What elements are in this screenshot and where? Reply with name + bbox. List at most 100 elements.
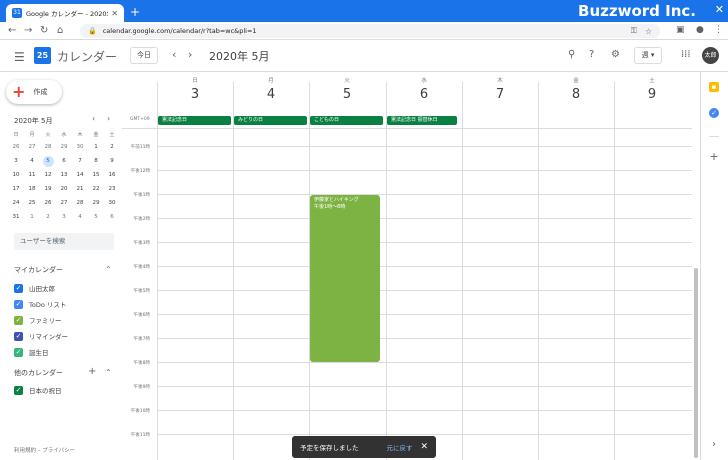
mini-day[interactable]: 18 [24, 182, 40, 196]
mini-day[interactable]: 20 [56, 182, 72, 196]
day-header[interactable]: 木 7 [462, 76, 538, 102]
allday-event[interactable]: みどりの日 [234, 116, 307, 125]
apps-grid-icon[interactable]: ⁞⁞⁞ [681, 49, 691, 60]
main-menu-icon[interactable]: ☰ [14, 50, 25, 64]
mini-day[interactable]: 7 [72, 154, 88, 168]
allday-event[interactable]: 憲法記念日 [158, 116, 231, 125]
calendar-item[interactable]: ✓ 山田太郎 [14, 283, 55, 293]
view-selector[interactable]: 週 ▾ [634, 47, 662, 64]
mini-day[interactable]: 9 [104, 154, 120, 168]
home-icon[interactable]: ⌂ [57, 25, 63, 37]
mini-day[interactable]: 22 [88, 182, 104, 196]
mini-day[interactable]: 4 [72, 210, 88, 224]
mini-day[interactable]: 16 [104, 168, 120, 182]
mini-day[interactable]: 8 [88, 154, 104, 168]
search-icon[interactable]: ⚲ [568, 49, 575, 60]
day-header[interactable]: 日 3 [157, 76, 233, 102]
mini-day[interactable]: 3 [56, 210, 72, 224]
footer-links[interactable]: 利用規約 – プライバシー [14, 446, 75, 454]
reload-icon[interactable]: ↻ [40, 25, 48, 37]
mini-day[interactable]: 25 [24, 196, 40, 210]
mini-day[interactable]: 2 [40, 210, 56, 224]
mini-day[interactable]: 6 [56, 154, 72, 168]
close-icon[interactable]: ✕ [420, 442, 428, 452]
prev-week-icon[interactable]: ‹ [172, 48, 176, 61]
mini-day[interactable]: 30 [72, 140, 88, 154]
calendar-item[interactable]: ✓ ファミリー [14, 315, 62, 325]
mini-day[interactable]: 30 [104, 196, 120, 210]
window-close-icon[interactable]: ✕ [715, 3, 724, 16]
checkbox-checked-icon[interactable]: ✓ [14, 283, 23, 293]
mini-day[interactable]: 13 [56, 168, 72, 182]
mini-prev-icon[interactable]: ‹ [92, 114, 95, 123]
mini-day[interactable]: 28 [40, 140, 56, 154]
calendar-item[interactable]: ✓ ToDo リスト [14, 299, 66, 309]
mini-day[interactable]: 3 [8, 154, 24, 168]
mini-day[interactable]: 23 [104, 182, 120, 196]
back-icon[interactable]: ← [8, 25, 16, 37]
mini-day[interactable]: 24 [8, 196, 24, 210]
checkbox-checked-icon[interactable]: ✓ [14, 299, 23, 309]
allday-event[interactable]: こどもの日 [310, 116, 383, 125]
mini-day[interactable]: 1 [24, 210, 40, 224]
calendar-item[interactable]: ✓ 誕生日 [14, 347, 49, 357]
mini-day[interactable]: 26 [40, 196, 56, 210]
keep-icon[interactable]: ▪ [709, 82, 719, 92]
new-tab-button[interactable]: + [130, 5, 140, 19]
mini-day[interactable]: 28 [72, 196, 88, 210]
other-calendars-title[interactable]: 他のカレンダー [14, 368, 63, 378]
key-icon[interactable]: ⚿ [631, 26, 637, 36]
mini-day[interactable]: 21 [72, 182, 88, 196]
mini-day[interactable]: 31 [8, 210, 24, 224]
settings-gear-icon[interactable]: ⚙ [611, 49, 620, 60]
mini-day[interactable]: 11 [24, 168, 40, 182]
browser-tab[interactable]: 31 Google カレンダー - 2020年 4月 1 ✕ [6, 4, 124, 22]
calendar-item[interactable]: ✓ リマインダー [14, 331, 68, 341]
day-header[interactable]: 土 9 [614, 76, 690, 102]
chevron-up-icon[interactable]: ⌃ [105, 265, 112, 274]
mini-day[interactable]: 2 [104, 140, 120, 154]
chevron-up-icon[interactable]: ⌃ [105, 368, 112, 377]
mini-day[interactable]: 5 [88, 210, 104, 224]
undo-button[interactable]: 元に戻す [386, 442, 412, 452]
calendar-item[interactable]: ✓ 日本の祝日 [14, 385, 62, 395]
mini-day[interactable]: 19 [40, 182, 56, 196]
create-button[interactable]: + 作成 [6, 80, 62, 104]
profile-icon[interactable]: ● [696, 25, 704, 35]
search-users-input[interactable]: ユーザーを検索 [14, 233, 114, 250]
checkbox-checked-icon[interactable]: ✓ [14, 385, 23, 395]
mini-day[interactable]: 14 [72, 168, 88, 182]
mini-day[interactable]: 17 [8, 182, 24, 196]
day-header[interactable]: 月 4 [233, 76, 309, 102]
mini-day[interactable]: 27 [56, 196, 72, 210]
checkbox-checked-icon[interactable]: ✓ [14, 347, 23, 357]
mini-day[interactable]: 6 [104, 210, 120, 224]
mini-day[interactable]: 4 [24, 154, 40, 168]
avatar[interactable]: 太郎 [702, 47, 719, 64]
url-field[interactable]: 🔒 calendar.google.com/calendar/r?tab=wc&… [80, 24, 660, 38]
today-button[interactable]: 今日 [130, 47, 158, 64]
menu-icon[interactable]: ⋮ [714, 25, 723, 35]
next-week-icon[interactable]: › [188, 48, 192, 61]
mini-day[interactable]: 1 [88, 140, 104, 154]
allday-event[interactable]: 憲法記念日 振替休日 [387, 116, 457, 125]
forward-icon[interactable]: → [24, 25, 32, 37]
star-icon[interactable]: ☆ [645, 27, 652, 36]
day-header[interactable]: 火 5 [309, 76, 385, 102]
mini-day[interactable]: 15 [88, 168, 104, 182]
checkbox-checked-icon[interactable]: ✓ [14, 315, 23, 325]
mini-next-icon[interactable]: › [107, 114, 110, 123]
mini-day[interactable]: 27 [24, 140, 40, 154]
close-tab-icon[interactable]: ✕ [111, 9, 118, 18]
mini-day[interactable]: 12 [40, 168, 56, 182]
mini-day[interactable]: 26 [8, 140, 24, 154]
expand-panel-icon[interactable]: › [709, 440, 719, 450]
day-header[interactable]: 水 6 [386, 76, 462, 102]
add-calendar-icon[interactable]: + [88, 366, 96, 377]
mini-day[interactable]: 29 [56, 140, 72, 154]
mini-day[interactable]: 10 [8, 168, 24, 182]
mini-day[interactable]: 29 [88, 196, 104, 210]
add-addon-icon[interactable]: + [709, 151, 719, 162]
extension-icon[interactable]: ▣ [676, 25, 685, 35]
day-header[interactable]: 金 8 [538, 76, 614, 102]
